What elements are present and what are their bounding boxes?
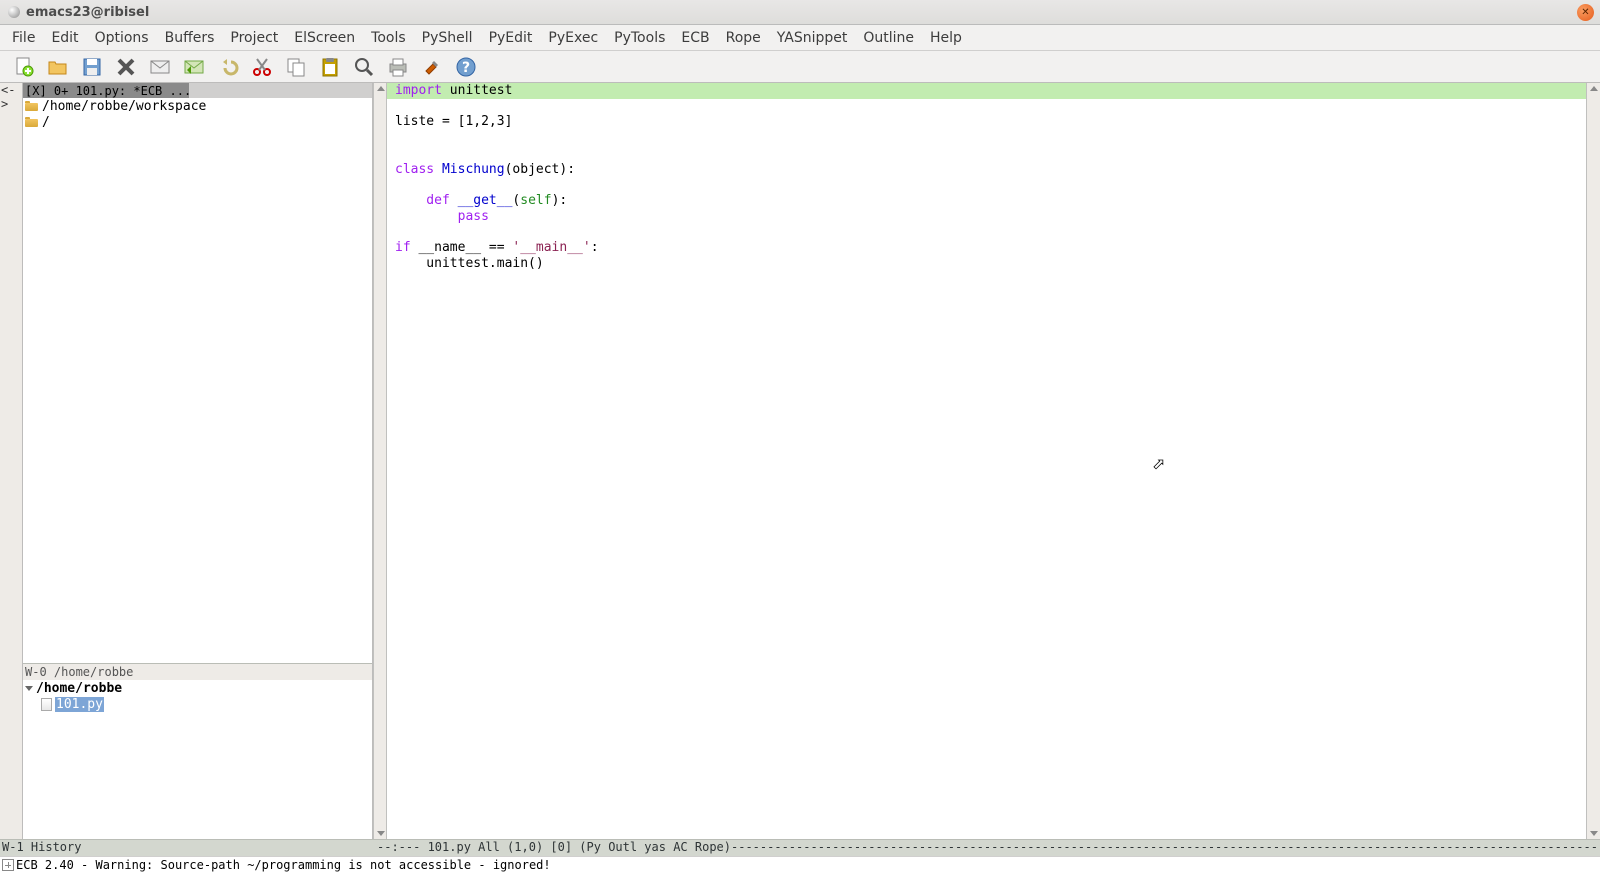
ecb-left-column: [X] 0+ 101.py: *ECB ... /home/robbe/work… — [23, 83, 373, 839]
menu-yasnippet[interactable]: YASnippet — [769, 27, 856, 49]
left-fringe: <-> — [0, 83, 23, 839]
tree-label: / — [42, 115, 50, 130]
new-file-icon[interactable] — [12, 55, 36, 79]
tabs-row[interactable]: [X] 0+ 101.py: *ECB ... — [23, 83, 372, 98]
modeline-main: --:--- 101.py All (1,0) [0] (Py Outl yas… — [373, 840, 1600, 856]
mail-icon[interactable] — [148, 55, 172, 79]
menu-file[interactable]: File — [4, 27, 43, 49]
tree-file-101py[interactable]: 101.py — [23, 696, 372, 712]
print-icon[interactable] — [386, 55, 410, 79]
menu-bar: File Edit Options Buffers Project ElScre… — [0, 25, 1600, 51]
save-icon[interactable] — [80, 55, 104, 79]
toolbar: ? — [0, 51, 1600, 83]
reply-icon[interactable] — [182, 55, 206, 79]
menu-buffers[interactable]: Buffers — [157, 27, 223, 49]
tree-item-workspace[interactable]: /home/robbe/workspace — [23, 98, 372, 114]
tree-root-home[interactable]: /home/robbe — [23, 680, 372, 696]
editor-pane[interactable]: import unittest liste = [1,2,3] class Mi… — [387, 83, 1586, 839]
scrollbar[interactable] — [373, 83, 387, 839]
menu-elscreen[interactable]: ElScreen — [286, 27, 363, 49]
minibuffer-text: ECB 2.40 - Warning: Source-path ~/progra… — [16, 858, 551, 872]
minibuffer[interactable]: ECB 2.40 - Warning: Source-path ~/progra… — [0, 856, 1600, 873]
search-icon[interactable] — [352, 55, 376, 79]
scrollbar[interactable] — [1586, 83, 1600, 839]
menu-pyshell[interactable]: PyShell — [414, 27, 481, 49]
copy-icon[interactable] — [284, 55, 308, 79]
undo-icon[interactable] — [216, 55, 240, 79]
menu-options[interactable]: Options — [87, 27, 157, 49]
help-icon[interactable]: ? — [454, 55, 478, 79]
menu-ecb[interactable]: ECB — [673, 27, 717, 49]
close-file-icon[interactable] — [114, 55, 138, 79]
menu-edit[interactable]: Edit — [43, 27, 86, 49]
svg-text:?: ? — [462, 60, 470, 76]
folder-icon — [25, 101, 38, 111]
modeline-w1-left: W-1 History — [0, 840, 373, 856]
ecb-directories[interactable]: /home/robbe/workspace / — [23, 98, 372, 663]
tabs-label: [X] 0+ 101.py: *ECB ... — [25, 84, 191, 98]
editor-body[interactable]: import unittest liste = [1,2,3] class Mi… — [387, 83, 1586, 839]
bottom-modeline: W-1 History --:--- 101.py All (1,0) [0] … — [0, 839, 1600, 856]
modeline-w0: W-0 /home/robbe — [23, 663, 372, 680]
menu-project[interactable]: Project — [222, 27, 286, 49]
gutter-header: <-> — [0, 83, 22, 98]
tree-item-root[interactable]: / — [23, 114, 372, 130]
tree-label: /home/robbe/workspace — [42, 99, 206, 114]
menu-outline[interactable]: Outline — [855, 27, 922, 49]
menu-tools[interactable]: Tools — [363, 27, 414, 49]
folder-icon — [25, 117, 38, 127]
title-bar: emacs23@ribisel ✕ — [0, 0, 1600, 25]
mouse-cursor-icon: ⬀ — [1152, 456, 1165, 472]
paste-icon[interactable] — [318, 55, 342, 79]
tree-label: 101.py — [55, 697, 104, 712]
app-emblem-icon — [8, 6, 20, 18]
menu-pyedit[interactable]: PyEdit — [481, 27, 541, 49]
main-area: <-> [X] 0+ 101.py: *ECB ... /home/robbe/… — [0, 83, 1600, 839]
open-file-icon[interactable] — [46, 55, 70, 79]
menu-pyexec[interactable]: PyExec — [540, 27, 606, 49]
tools-icon[interactable] — [420, 55, 444, 79]
minibuffer-icon — [2, 859, 14, 871]
menu-rope[interactable]: Rope — [718, 27, 769, 49]
window-title: emacs23@ribisel — [26, 5, 149, 20]
cut-icon[interactable] — [250, 55, 274, 79]
menu-help[interactable]: Help — [922, 27, 970, 49]
tree-label: /home/robbe — [36, 681, 122, 696]
close-icon[interactable]: ✕ — [1577, 4, 1594, 21]
file-icon — [41, 698, 52, 711]
chevron-down-icon — [25, 684, 34, 693]
ecb-history[interactable]: /home/robbe 101.py — [23, 680, 372, 839]
menu-pytools[interactable]: PyTools — [606, 27, 673, 49]
